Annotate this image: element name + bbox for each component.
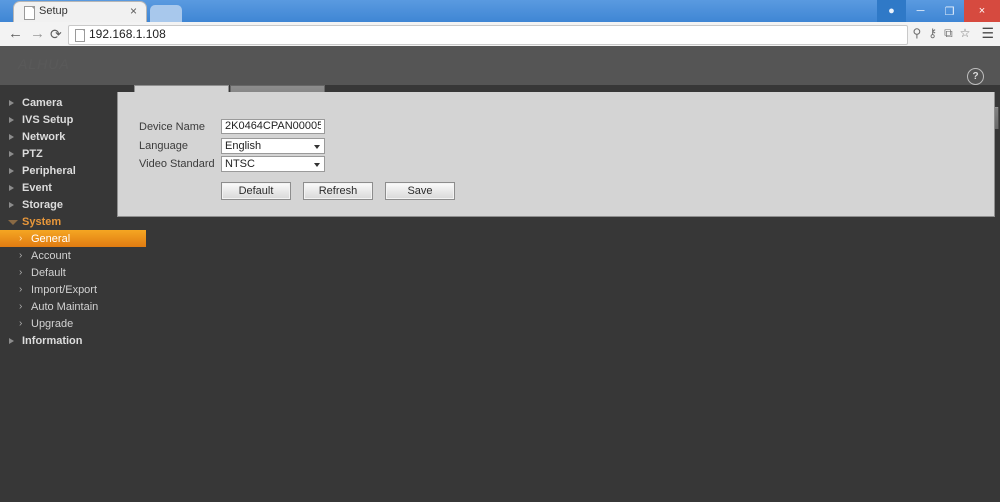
close-icon[interactable]: × bbox=[130, 5, 137, 18]
chevron-right-icon bbox=[9, 338, 14, 344]
browser-tab-label: Setup bbox=[39, 5, 68, 17]
chevron-down-icon bbox=[314, 145, 320, 149]
chevron-right-icon: › bbox=[19, 284, 23, 295]
sidebar-item-general[interactable]: › General bbox=[0, 230, 146, 247]
sidebar-item-label: Storage bbox=[22, 198, 63, 211]
action-buttons: Default Refresh Save bbox=[221, 182, 455, 200]
save-button[interactable]: Save bbox=[385, 182, 455, 200]
page-info-icon bbox=[75, 29, 85, 42]
browser-tabstrip: Setup × ● ─ ❐ × bbox=[0, 0, 1000, 22]
sidebar-item-label: PTZ bbox=[22, 147, 43, 160]
minimize-button[interactable]: ─ bbox=[906, 0, 935, 22]
chevron-down-icon bbox=[314, 163, 320, 167]
sidebar-item-label: Network bbox=[22, 130, 66, 143]
app-header: ALHUA bbox=[0, 46, 1000, 85]
sidebar-item-label: Event bbox=[22, 181, 52, 194]
sidebar-item-auto-maintain[interactable]: › Auto Maintain bbox=[0, 298, 117, 315]
chevron-right-icon: › bbox=[19, 301, 23, 312]
language-value: English bbox=[225, 140, 262, 152]
language-select[interactable]: English bbox=[221, 138, 325, 154]
sidebar-item-label: Import/Export bbox=[31, 283, 98, 296]
chevron-down-icon bbox=[8, 220, 18, 225]
sidebar-item-label: Upgrade bbox=[31, 317, 74, 330]
chevron-right-icon bbox=[9, 185, 14, 191]
window-controls: ● ─ ❐ × bbox=[877, 0, 1000, 22]
brand-logo: ALHUA bbox=[18, 56, 70, 72]
video-standard-select[interactable]: NTSC bbox=[221, 156, 325, 172]
sidebar-item-system[interactable]: System bbox=[0, 213, 117, 230]
field-device-name: Device Name bbox=[139, 119, 325, 134]
sidebar-item-storage[interactable]: Storage bbox=[0, 196, 117, 213]
video-standard-value: NTSC bbox=[225, 158, 255, 170]
sidebar-item-network[interactable]: Network bbox=[0, 128, 117, 145]
extension-icon[interactable]: ⧉ bbox=[944, 26, 953, 40]
language-label: Language bbox=[139, 140, 188, 152]
sidebar-item-upgrade[interactable]: › Upgrade bbox=[0, 315, 117, 332]
device-name-input[interactable] bbox=[221, 119, 325, 134]
sidebar-item-label: Information bbox=[22, 334, 83, 347]
refresh-button[interactable]: Refresh bbox=[303, 182, 373, 200]
sidebar-item-label: General bbox=[31, 232, 71, 245]
sidebar: Camera IVS Setup Network PTZ Peripheral … bbox=[0, 85, 146, 349]
general-settings-panel: Device Name Language English Video Stand… bbox=[117, 92, 995, 217]
key-icon[interactable]: ⚷ bbox=[928, 26, 937, 40]
chevron-right-icon bbox=[9, 151, 14, 157]
sidebar-item-label: IVS Setup bbox=[22, 113, 74, 126]
chevron-right-icon: › bbox=[19, 250, 23, 261]
chevron-right-icon: › bbox=[19, 267, 23, 278]
new-tab-button[interactable] bbox=[150, 5, 182, 22]
reload-icon[interactable]: ⟳ bbox=[50, 26, 62, 42]
sidebar-item-label: Account bbox=[31, 249, 71, 262]
sidebar-item-event[interactable]: Event bbox=[0, 179, 117, 196]
search-icon[interactable]: ⚲ bbox=[913, 26, 922, 40]
address-bar[interactable]: 192.168.1.108 bbox=[68, 25, 908, 45]
forward-icon[interactable]: → bbox=[30, 26, 45, 42]
chevron-right-icon bbox=[9, 202, 14, 208]
help-icon[interactable]: ? bbox=[967, 68, 984, 85]
sidebar-item-import-export[interactable]: › Import/Export bbox=[0, 281, 117, 298]
sidebar-item-ptz[interactable]: PTZ bbox=[0, 145, 117, 162]
browser-chrome: Setup × ● ─ ❐ × ← → ⟳ 192.168.1.108 ⚲ ⚷ … bbox=[0, 0, 1000, 47]
chevron-right-icon bbox=[9, 168, 14, 174]
sidebar-item-label: Peripheral bbox=[22, 164, 76, 177]
browser-tab-setup[interactable]: Setup × bbox=[14, 2, 146, 22]
device-name-label: Device Name bbox=[139, 120, 206, 133]
sidebar-item-peripheral[interactable]: Peripheral bbox=[0, 162, 117, 179]
sidebar-item-account[interactable]: › Account bbox=[0, 247, 117, 264]
maximize-button[interactable]: ❐ bbox=[935, 0, 964, 22]
bookmark-star-icon[interactable]: ☆ bbox=[960, 26, 971, 40]
browser-toolbar-icons: ⚲ ⚷ ⧉ ☆ ☰ bbox=[913, 26, 995, 40]
video-standard-label: Video Standard bbox=[139, 158, 215, 170]
chevron-right-icon bbox=[9, 134, 14, 140]
sidebar-item-label: System bbox=[22, 215, 62, 228]
chevron-right-icon: › bbox=[19, 233, 23, 244]
sidebar-item-label: Auto Maintain bbox=[31, 300, 99, 313]
sidebar-item-information[interactable]: Information bbox=[0, 332, 117, 349]
device-web-ui: ALHUA Live Playback Setup Alarm Logout C… bbox=[0, 46, 1000, 502]
field-video-standard: Video Standard NTSC bbox=[139, 156, 325, 172]
user-profile-icon[interactable]: ● bbox=[877, 0, 906, 22]
address-bar-text: 192.168.1.108 bbox=[89, 27, 166, 41]
sidebar-item-label: Camera bbox=[22, 96, 63, 109]
sidebar-item-camera[interactable]: Camera bbox=[0, 94, 117, 111]
sidebar-item-label: Default bbox=[31, 266, 66, 279]
window-close-button[interactable]: × bbox=[964, 0, 1000, 22]
menu-icon[interactable]: ☰ bbox=[981, 26, 994, 40]
page-icon bbox=[24, 6, 35, 20]
back-icon[interactable]: ← bbox=[8, 26, 23, 42]
field-language: Language English bbox=[139, 138, 325, 154]
default-button[interactable]: Default bbox=[221, 182, 291, 200]
sidebar-item-default[interactable]: › Default bbox=[0, 264, 117, 281]
chevron-right-icon bbox=[9, 117, 14, 123]
browser-toolbar: ← → ⟳ 192.168.1.108 ⚲ ⚷ ⧉ ☆ ☰ bbox=[0, 22, 1000, 47]
chevron-right-icon bbox=[9, 100, 14, 106]
sidebar-item-ivs-setup[interactable]: IVS Setup bbox=[0, 111, 117, 128]
chevron-right-icon: › bbox=[19, 318, 23, 329]
